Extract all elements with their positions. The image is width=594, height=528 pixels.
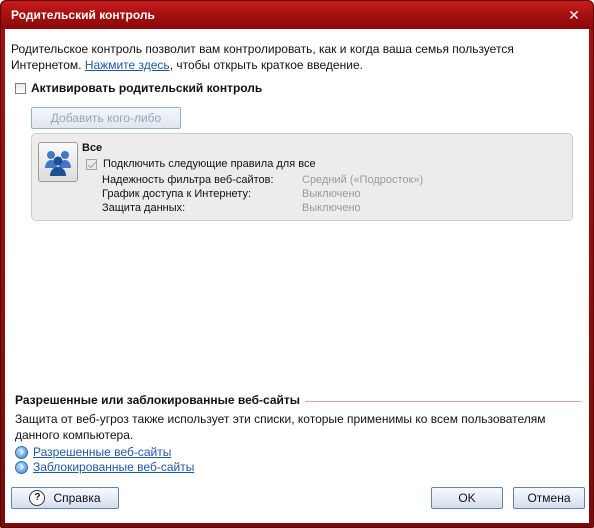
activate-checkbox[interactable]: [15, 82, 26, 94]
allowed-sites-row[interactable]: Разрешенные веб-сайты: [15, 445, 171, 459]
title-bar[interactable]: Родительский контроль ✕: [1, 1, 593, 29]
rule-name: Надежность фильтра веб-сайтов:: [102, 174, 274, 186]
help-button-label: Справка: [53, 491, 101, 505]
help-icon: ?: [29, 490, 46, 506]
profile-name: Все: [82, 142, 103, 154]
add-someone-button[interactable]: Добавить кого-либо: [31, 107, 181, 129]
activate-row[interactable]: Активировать родительский контроль: [15, 81, 262, 95]
window-title: Родительский контроль: [11, 8, 155, 22]
rule-name: Защита данных:: [102, 202, 186, 214]
rule-value: Средний («Подросток»): [302, 174, 424, 186]
dialog-content: Родительское контроль позволит вам контр…: [5, 29, 589, 523]
rules-row: Подключить следующие правила для все: [86, 158, 316, 170]
allowed-sites-link[interactable]: Разрешенные веб-сайты: [33, 445, 171, 459]
intro-text: Родительское контроль позволит вам контр…: [11, 41, 571, 73]
websites-section-title: Разрешенные или заблокированные веб-сайт…: [15, 393, 300, 407]
arrow-circle-icon: [15, 445, 28, 459]
ok-button[interactable]: OK: [431, 487, 503, 509]
websites-description: Защита от веб-угроз также использует эти…: [15, 412, 546, 442]
cancel-button[interactable]: Отмена: [513, 487, 585, 509]
intro-text-after: , чтобы открыть краткое введение.: [169, 58, 363, 72]
rules-checkbox-label: Подключить следующие правила для все: [103, 158, 316, 170]
help-button[interactable]: ? Справка: [11, 487, 119, 509]
rules-checkbox: [86, 158, 97, 170]
close-button[interactable]: ✕: [565, 6, 583, 24]
rule-name: График доступа к Интернету:: [102, 188, 252, 200]
arrow-circle-icon: [15, 460, 28, 474]
profile-panel: Все Подключить следующие правила для все…: [31, 133, 573, 221]
blocked-sites-link[interactable]: Заблокированные веб-сайты: [33, 460, 194, 474]
rule-value: Выключено: [302, 202, 361, 214]
intro-link[interactable]: Нажмите здесь: [85, 58, 170, 72]
activate-label[interactable]: Активировать родительский контроль: [31, 81, 262, 95]
blocked-sites-row[interactable]: Заблокированные веб-сайты: [15, 460, 194, 474]
parental-control-dialog: Родительский контроль ✕ Родительское кон…: [0, 0, 594, 528]
section-divider: [305, 401, 581, 402]
rule-value: Выключено: [302, 188, 361, 200]
users-icon: [38, 142, 78, 182]
